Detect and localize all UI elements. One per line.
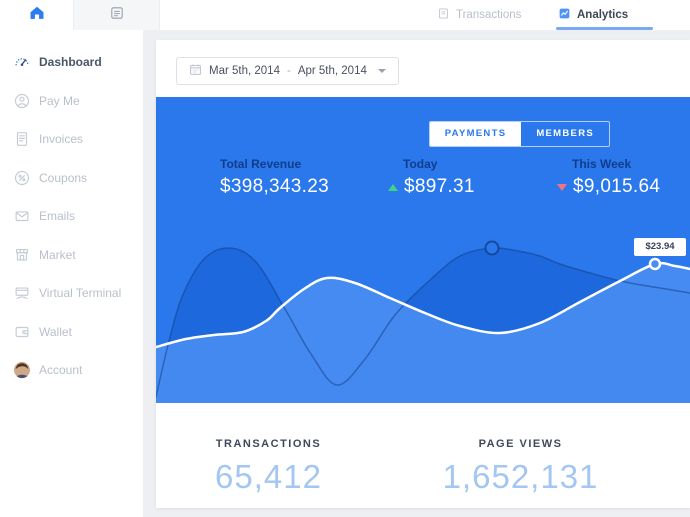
sidebar-item-label: Coupons: [39, 171, 87, 185]
menu-list-icon: [109, 5, 125, 26]
app-window: Transactions Analytics Dashboard Pay Me: [0, 0, 690, 517]
payments-chart-panel: PAYMENTS MEMBERS Total Revenue $398,343.…: [156, 97, 690, 403]
footer-stat-label: PAGE VIEWS: [428, 438, 613, 450]
sidebar-item-wallet[interactable]: Wallet: [0, 313, 143, 352]
sidebar-item-label: Virtual Terminal: [39, 286, 121, 300]
trend-down-icon: [557, 184, 567, 191]
stat-value: $897.31: [404, 176, 475, 198]
dashboard-gauge-icon: [13, 53, 31, 71]
sidebar-item-label: Pay Me: [39, 94, 80, 108]
sidebar-item-label: Market: [39, 248, 76, 262]
stat-value: $398,343.23: [220, 176, 329, 198]
percent-icon: [13, 169, 31, 187]
date-range-start: Mar 5th, 2014: [209, 65, 280, 77]
date-range-end: Apr 5th, 2014: [298, 65, 367, 77]
sidebar: Dashboard Pay Me Invoices Coupons Emails: [0, 30, 143, 517]
date-range-separator: -: [287, 65, 291, 77]
active-tab-underline: [556, 27, 653, 30]
footer-stat-transactions: TRANSACTIONS 65,412: [176, 438, 361, 496]
sidebar-item-label: Dashboard: [39, 55, 102, 69]
tab-analytics[interactable]: Analytics: [558, 0, 628, 30]
sidebar-item-coupons[interactable]: Coupons: [0, 159, 143, 198]
topbar: Transactions Analytics: [0, 0, 690, 30]
payments-toggle-button[interactable]: PAYMENTS: [430, 122, 522, 146]
stat-label: Today: [388, 157, 475, 171]
home-icon: [28, 4, 46, 27]
footer-stat-label: TRANSACTIONS: [176, 438, 361, 450]
stat-value: $9,015.64: [573, 176, 660, 198]
stat-label: This Week: [557, 157, 660, 171]
trend-up-icon: [388, 184, 398, 191]
stat-label: Total Revenue: [220, 157, 329, 171]
sidebar-item-pay-me[interactable]: Pay Me: [0, 82, 143, 121]
card-swipe-icon: [13, 284, 31, 302]
footer-stat-page-views: PAGE VIEWS 1,652,131: [428, 438, 613, 496]
footer-stat-value: 65,412: [176, 458, 361, 496]
sidebar-item-label: Wallet: [39, 325, 72, 339]
sidebar-item-emails[interactable]: Emails: [0, 197, 143, 236]
transactions-doc-icon: [437, 7, 450, 23]
sidebar-item-label: Account: [39, 363, 82, 377]
chart-tooltip: $23.94: [634, 238, 686, 256]
home-button[interactable]: [0, 0, 74, 30]
chevron-down-icon: [378, 69, 386, 73]
sidebar-item-account[interactable]: Account: [0, 351, 143, 390]
sidebar-item-label: Emails: [39, 209, 75, 223]
sidebar-item-dashboard[interactable]: Dashboard: [0, 43, 143, 82]
storefront-icon: [13, 246, 31, 264]
sidebar-item-market[interactable]: Market: [0, 236, 143, 275]
tab-transactions-label: Transactions: [456, 9, 521, 21]
wallet-icon: [13, 323, 31, 341]
stat-today: Today $897.31: [388, 157, 475, 198]
person-icon: [13, 92, 31, 110]
tab-transactions[interactable]: Transactions: [437, 0, 521, 30]
tab-analytics-label: Analytics: [577, 9, 628, 21]
calendar-icon: [189, 63, 202, 79]
stat-this-week: This Week $9,015.64: [557, 157, 660, 198]
footer-stat-value: 1,652,131: [428, 458, 613, 496]
date-range-picker[interactable]: Mar 5th, 2014 - Apr 5th, 2014: [176, 57, 399, 85]
invoice-icon: [13, 130, 31, 148]
analytics-card: Mar 5th, 2014 - Apr 5th, 2014 PAYMENTS M…: [156, 40, 690, 508]
stat-total-revenue: Total Revenue $398,343.23: [220, 157, 329, 198]
envelope-icon: [13, 207, 31, 225]
chart-series-toggle: PAYMENTS MEMBERS: [429, 121, 610, 147]
menu-list-tab[interactable]: [74, 0, 160, 30]
analytics-chart-icon: [558, 7, 571, 23]
sidebar-item-virtual-terminal[interactable]: Virtual Terminal: [0, 274, 143, 313]
avatar: [13, 361, 31, 379]
sidebar-item-invoices[interactable]: Invoices: [0, 120, 143, 159]
members-toggle-button[interactable]: MEMBERS: [521, 122, 609, 146]
sidebar-item-label: Invoices: [39, 132, 83, 146]
